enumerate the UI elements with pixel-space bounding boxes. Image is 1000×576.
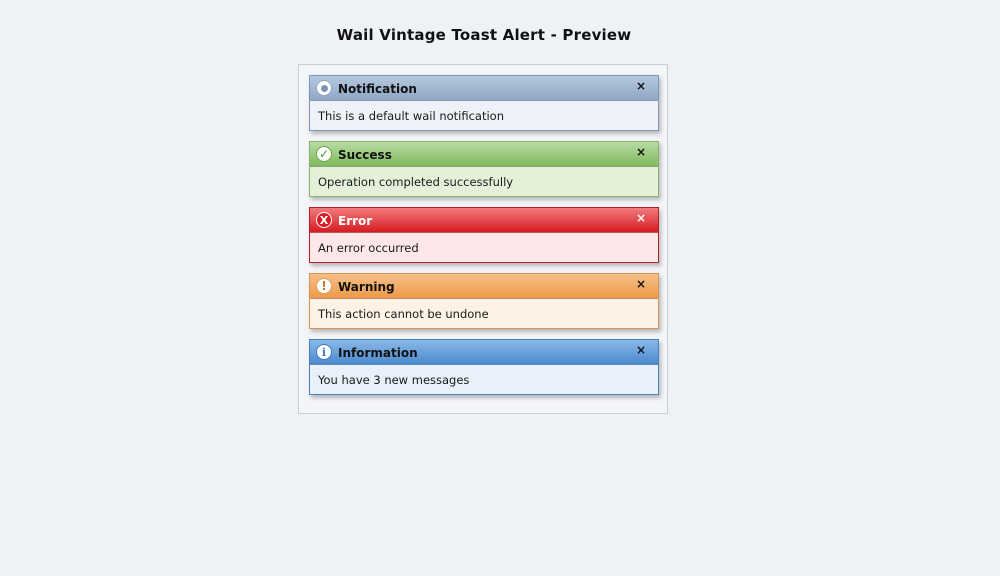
toast-header: Notification × [310, 76, 658, 101]
close-icon[interactable]: × [636, 212, 646, 224]
toast-title: Notification [338, 82, 417, 96]
toast-message: This is a default wail notification [318, 109, 504, 123]
toast-message: You have 3 new messages [318, 373, 470, 387]
toast-title: Success [338, 148, 392, 162]
toast-header: X Error × [310, 208, 658, 233]
close-icon[interactable]: × [636, 146, 646, 158]
toast-notification: Notification × This is a default wail no… [309, 75, 659, 131]
warning-icon: ! [316, 278, 332, 294]
close-icon[interactable]: × [636, 80, 646, 92]
toast-title: Error [338, 214, 373, 228]
toast-message: Operation completed successfully [318, 175, 514, 189]
toast-message: This action cannot be undone [318, 307, 489, 321]
toast-header: ! Warning × [310, 274, 658, 299]
page-title: Wail Vintage Toast Alert - Preview [336, 26, 632, 44]
check-icon: ✓ [316, 146, 332, 162]
notification-dot-icon [316, 80, 332, 96]
toast-title: Warning [338, 280, 395, 294]
toast-information: i Information × You have 3 new messages [309, 339, 659, 395]
preview-panel: Notification × This is a default wail no… [298, 64, 668, 414]
close-icon[interactable]: × [636, 344, 646, 356]
toast-success: ✓ Success × Operation completed successf… [309, 141, 659, 197]
toast-title: Information [338, 346, 418, 360]
error-icon: X [316, 212, 332, 228]
toast-message: An error occurred [318, 241, 419, 255]
toast-warning: ! Warning × This action cannot be undone [309, 273, 659, 329]
info-icon: i [316, 344, 332, 360]
toast-error: X Error × An error occurred [309, 207, 659, 263]
toast-header: i Information × [310, 340, 658, 365]
toast-header: ✓ Success × [310, 142, 658, 167]
close-icon[interactable]: × [636, 278, 646, 290]
